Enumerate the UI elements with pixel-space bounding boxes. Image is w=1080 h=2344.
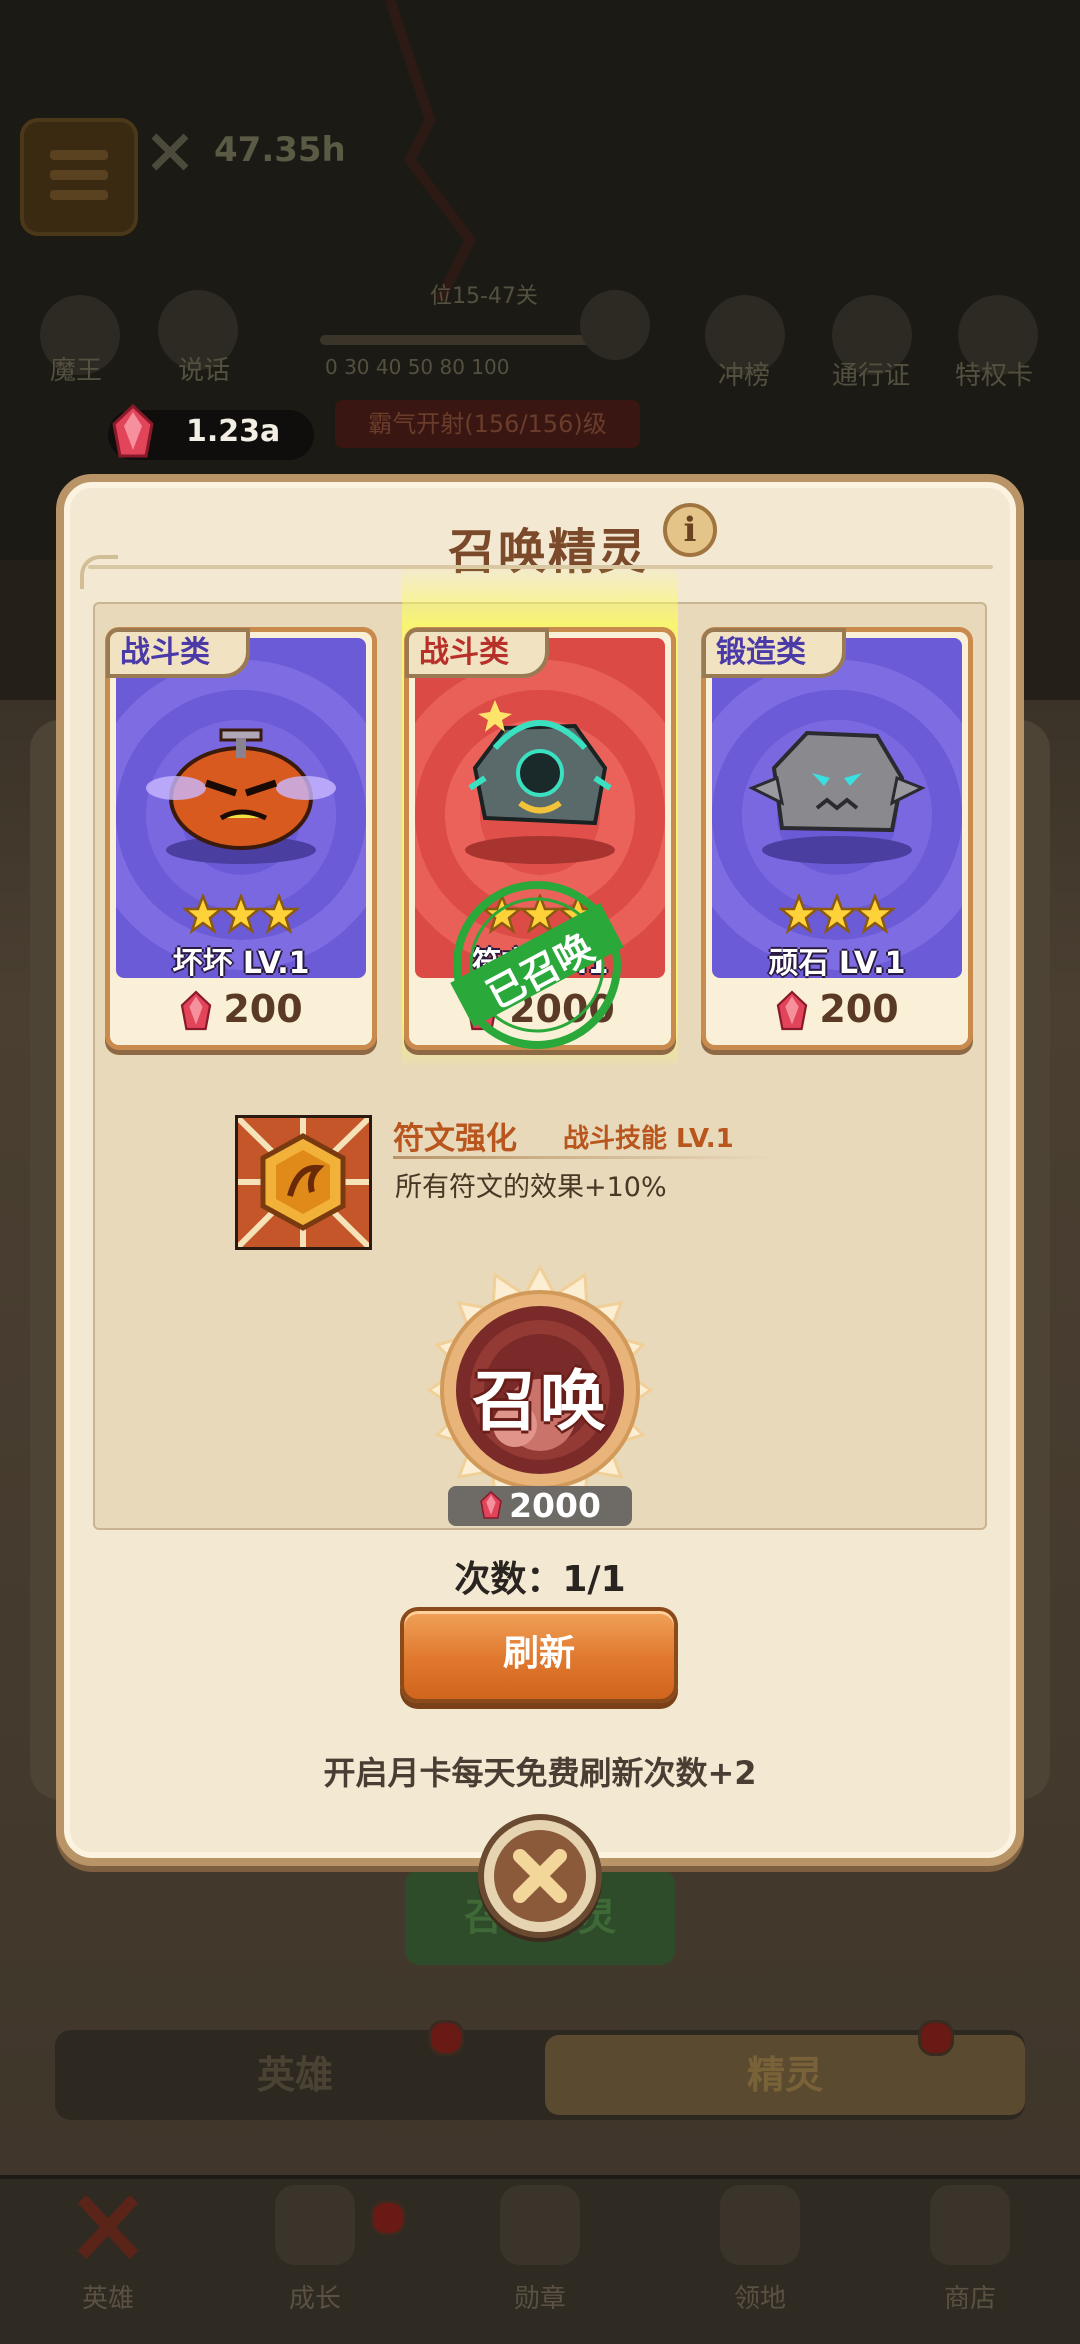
nav-medal[interactable]: 勋章 (480, 2185, 600, 2315)
gem-icon (181, 990, 212, 1030)
close-x-icon (513, 1849, 567, 1903)
star-icon (221, 894, 261, 934)
close-button[interactable] (478, 1814, 602, 1938)
card-spirit-name: 坏坏 LV.1 (172, 946, 310, 981)
refresh-button[interactable]: 刷新 (400, 1607, 678, 1703)
summon-button-label: 召唤 (472, 1363, 608, 1440)
gem-icon (112, 404, 154, 458)
nav-hero-label: 英雄 (81, 2284, 134, 2314)
card-price: 200 (706, 978, 968, 1040)
nav-shop-icon (930, 2185, 1010, 2265)
bg-label-vip: 特权卡 (955, 361, 1034, 391)
bg-label-pass: 通行证 (832, 361, 911, 391)
nav-hero-icon (77, 2194, 139, 2260)
nav-medal-label: 勋章 (513, 2284, 566, 2314)
tab-spirit[interactable]: 精灵 (545, 2035, 1025, 2115)
star-icon (183, 894, 223, 934)
star-rating (110, 894, 372, 938)
star-icon (259, 894, 299, 934)
info-icon[interactable]: i (663, 503, 717, 557)
sword-icon (151, 133, 189, 171)
card-price-value: 200 (223, 987, 303, 1031)
nav-hero[interactable]: 英雄 (48, 2185, 168, 2315)
bg-label-talk: 说话 (178, 356, 231, 386)
summon-cost-value: 2000 (509, 1486, 601, 1525)
tab-hero-notification-dot (428, 2020, 464, 2056)
skill-level: 战斗技能 LV.1 (563, 1124, 734, 1154)
gem-icon (480, 1490, 502, 1519)
card-category-tag: 战斗类 (405, 628, 549, 678)
nav-medal-icon (500, 2185, 580, 2265)
skill-divider (393, 1156, 773, 1159)
tab-spirit-notification-dot (918, 2020, 954, 2056)
card-price-value: 200 (819, 987, 899, 1031)
summon-count: 次数：1/1 (454, 1559, 626, 1600)
star-rating (706, 894, 968, 938)
bg-label-demon: 魔王 (50, 356, 103, 386)
bg-slider-label: 位15-47关 (430, 284, 538, 309)
bg-label-rank: 冲榜 (718, 361, 771, 391)
event-banner[interactable]: 霸气开射(156/156)级 (335, 400, 640, 448)
nav-growth-icon (275, 2185, 355, 2265)
card-spirit-name: 顽石 LV.1 (768, 946, 906, 981)
nav-growth-notification-dot (370, 2200, 406, 2236)
card-category-tag: 战斗类 (106, 628, 250, 678)
nav-territory-icon (720, 2185, 800, 2265)
power-value: 47.35h (214, 130, 346, 170)
star-icon (817, 894, 857, 934)
nav-growth[interactable]: 成长 (255, 2185, 375, 2315)
card-category-tag: 锻造类 (702, 628, 846, 678)
star-icon (855, 894, 895, 934)
nav-territory-label: 领地 (733, 2284, 786, 2314)
bg-progress-slider (320, 335, 600, 345)
menu-button[interactable] (20, 118, 138, 236)
gem-icon (777, 990, 808, 1030)
nav-growth-label: 成长 (288, 2284, 341, 2314)
gem-balance-value: 1.23a (186, 414, 281, 449)
nav-shop-label: 商店 (943, 2284, 996, 2314)
nav-shop[interactable]: 商店 (910, 2185, 1030, 2315)
title-swirl-decoration (80, 555, 118, 589)
nav-territory[interactable]: 领地 (700, 2185, 820, 2315)
summon-cost: 2000 (448, 1486, 632, 1526)
skill-description: 所有符文的效果+10% (395, 1172, 667, 1203)
spirit-card-huaihuai[interactable]: 战斗类 坏坏 LV.1 200 (105, 627, 377, 1050)
star-icon (779, 894, 819, 934)
spirit-card-stone[interactable]: 锻造类 顽石 LV.1 200 (701, 627, 973, 1050)
skill-name: 符文强化 (393, 1121, 517, 1157)
monthly-card-hint: 开启月卡每天免费刷新次数+2 (323, 1754, 757, 1792)
rune-skill-icon (235, 1115, 372, 1250)
card-price: 200 (110, 978, 372, 1040)
bg-lock-icon (580, 290, 650, 360)
bg-slider-ticks: 0 30 40 50 80 100 (325, 355, 510, 379)
tab-hero[interactable]: 英雄 (55, 2035, 535, 2115)
